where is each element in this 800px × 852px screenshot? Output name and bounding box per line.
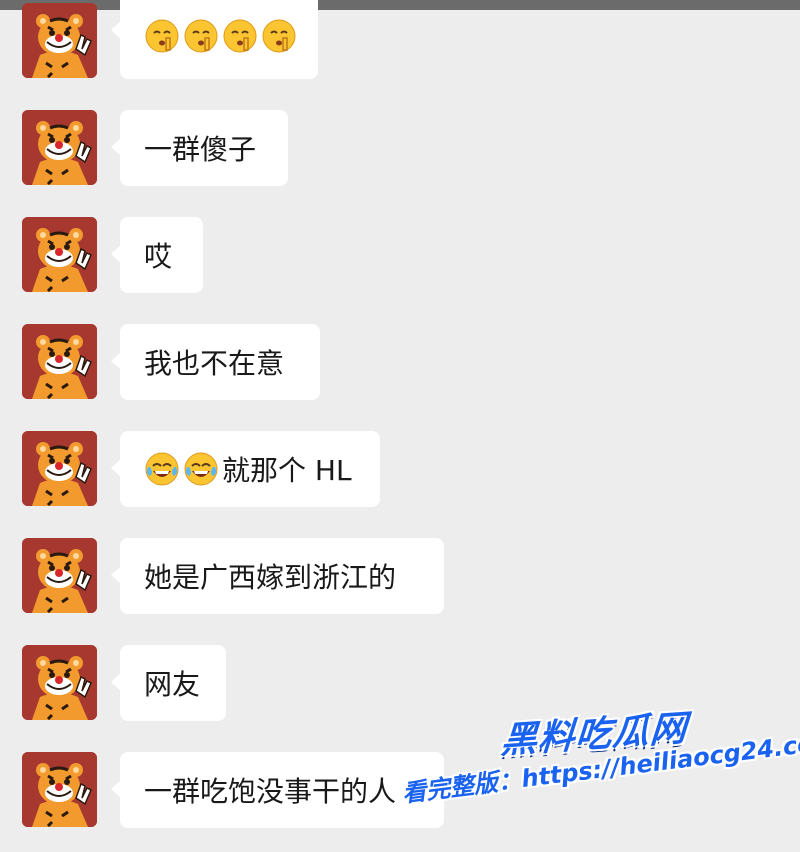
avatar[interactable] [22, 110, 97, 185]
chat-message: 哎 [0, 217, 800, 317]
tiger-cartoon-avatar-icon [22, 110, 97, 185]
shush-face-emoji [222, 18, 261, 54]
avatar[interactable] [22, 645, 97, 720]
message-text: 一群傻子 [144, 133, 257, 166]
message-bubble[interactable]: 网友 [111, 645, 226, 721]
tiger-cartoon-avatar-icon [22, 645, 97, 720]
message-text: 一群吃饱没事干的人 [144, 775, 397, 808]
message-text: 我也不在意 [144, 347, 285, 380]
shush-face-emoji [144, 18, 183, 54]
chat-message: 她是广西嫁到浙江的 [0, 538, 800, 638]
shush-face-emoji [261, 18, 300, 54]
message-text: 就那个 HL [222, 454, 352, 487]
tiger-cartoon-avatar-icon [22, 3, 97, 78]
message-bubble[interactable]: 一群吃饱没事干的人 [111, 752, 444, 828]
tears-of-joy-emoji [144, 451, 183, 487]
tears-of-joy-emoji [183, 451, 222, 487]
tiger-cartoon-avatar-icon [22, 431, 97, 506]
tiger-cartoon-avatar-icon [22, 752, 97, 827]
shush-face-emoji [183, 18, 222, 54]
message-bubble[interactable]: 一群傻子 [111, 110, 288, 186]
avatar[interactable] [22, 217, 97, 292]
chat-message [0, 0, 800, 103]
chat-message: 一群傻子 [0, 110, 800, 210]
chat-message: 就那个 HL [0, 431, 800, 531]
tiger-cartoon-avatar-icon [22, 217, 97, 292]
tiger-cartoon-avatar-icon [22, 538, 97, 613]
message-text: 她是广西嫁到浙江的 [144, 561, 397, 594]
message-bubble[interactable]: 哎 [111, 217, 203, 293]
avatar[interactable] [22, 431, 97, 506]
message-bubble[interactable]: 就那个 HL [111, 431, 380, 507]
message-bubble[interactable] [111, 0, 318, 79]
message-text: 哎 [144, 240, 173, 273]
avatar[interactable] [22, 538, 97, 613]
site-watermark: 黑料吃瓜网 看完整版：https://heiliaocg24.com [400, 708, 800, 842]
avatar[interactable] [22, 3, 97, 78]
avatar[interactable] [22, 752, 97, 827]
chat-message: 我也不在意 [0, 324, 800, 424]
message-bubble[interactable]: 她是广西嫁到浙江的 [111, 538, 444, 614]
message-text: 网友 [144, 668, 201, 701]
avatar[interactable] [22, 324, 97, 399]
tiger-cartoon-avatar-icon [22, 324, 97, 399]
message-bubble[interactable]: 我也不在意 [111, 324, 320, 400]
